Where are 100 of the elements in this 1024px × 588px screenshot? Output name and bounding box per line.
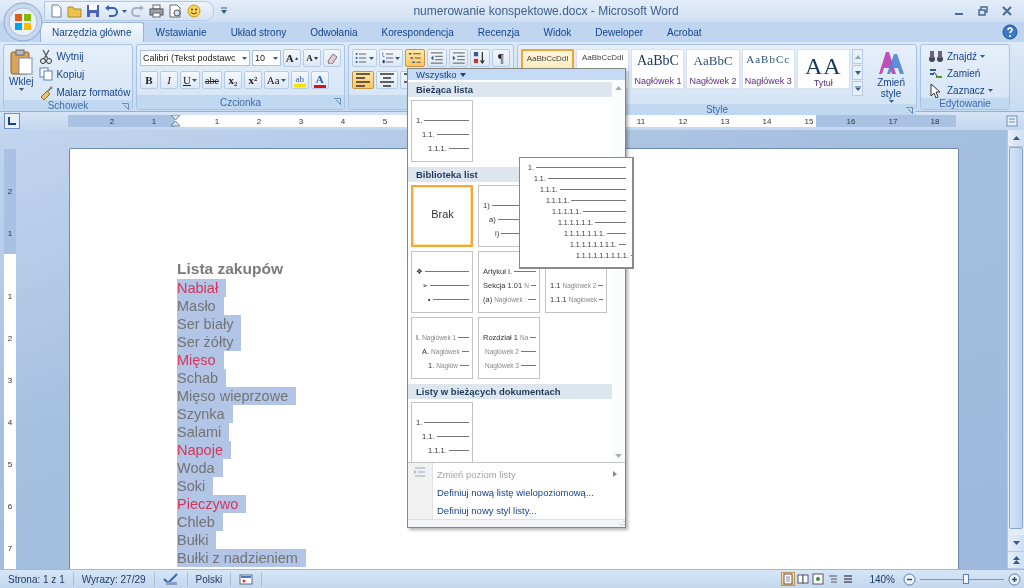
resize-grip-icon[interactable] [619,520,625,526]
caret-icon [18,88,24,91]
indent-marker-icon[interactable] [171,115,180,127]
slider-thumb[interactable] [963,574,970,584]
ribbon-tab[interactable]: Odwołania [298,22,370,42]
new-document-icon[interactable] [49,4,63,18]
increase-indent-icon [451,50,466,66]
style-tile[interactable]: AaBbC Nagłówek 1 [631,49,685,89]
align-button[interactable] [376,71,398,89]
ruler-number: 3 [297,115,305,127]
highlight-button[interactable]: ab [290,71,309,89]
paragraph-button[interactable] [470,49,490,67]
view-ruler-icon[interactable] [1006,115,1018,127]
clipboard-action[interactable]: Wytnij [39,48,131,64]
style-tile[interactable]: AA Tytuł [796,49,850,89]
editing-action[interactable]: Zaznacz [928,82,993,98]
undo-icon[interactable] [104,4,118,18]
ribbon-tab[interactable]: Deweloper [583,22,656,42]
word-count[interactable]: Wyrazy: 27/29 [73,572,155,586]
color-bar-icon [313,84,326,88]
format-button[interactable]: x₂ [223,71,242,89]
font-color-button[interactable]: A [310,71,329,89]
format-button[interactable]: x² [243,71,262,89]
ribbon-tab[interactable]: Narzędzia główne [40,22,144,42]
ribbon-tab[interactable]: Widok [531,22,584,42]
language-indicator[interactable]: Polski [187,572,232,586]
editing-action[interactable]: Zamień [928,65,993,81]
ruler-number: 15 [803,115,815,127]
group-label: Czcionka [219,96,262,108]
help-icon[interactable] [1002,24,1018,40]
menu-item[interactable]: Definiuj nową listę wielopoziomową... [433,483,625,501]
list-item-text: Szynka [177,405,233,423]
scroll-down-icon[interactable] [854,70,861,75]
tab-selector[interactable] [4,113,20,129]
clipboard-action[interactable]: Kopiuj [39,66,131,82]
zoom-slider[interactable] [920,573,1004,585]
page-count[interactable]: Strona: 1 z 1 [0,572,74,586]
close-icon[interactable] [1002,6,1012,16]
shrink-font-button[interactable]: A [303,49,321,67]
style-tile[interactable]: AaBbCc Nagłówek 3 [741,49,795,89]
view-mode-icon [842,573,855,585]
zoom-level[interactable]: 140% [869,573,895,585]
editing-action[interactable]: Znajdź [928,48,993,64]
format-button[interactable]: U [180,71,200,89]
paste-button[interactable]: Wklej [7,48,36,100]
clipboard-action[interactable]: Malarz formatów [39,84,131,100]
list-item-text: Chleb [177,513,223,531]
format-button[interactable]: abe [201,71,222,89]
font-size-field[interactable]: 10 [252,50,281,66]
dialog-launcher-icon[interactable] [906,107,913,114]
more-icon[interactable] [854,86,861,91]
styles-icon [877,50,906,76]
zoom-out-icon[interactable] [903,572,916,586]
smiley-icon[interactable] [187,4,201,18]
view-button[interactable] [781,572,796,586]
view-button[interactable] [796,572,811,586]
format-button[interactable]: Aa [263,71,289,89]
macro-record-icon[interactable] [239,573,254,585]
dialog-launcher-icon[interactable] [122,103,129,110]
ribbon-tab[interactable]: Korespondencja [369,22,466,42]
ruler-number: 3 [7,374,13,387]
dialog-launcher-icon[interactable] [334,98,341,105]
format-button[interactable]: I [160,71,178,89]
align-button[interactable] [352,71,374,89]
caret-icon[interactable] [122,9,127,13]
up-caret-icon [294,56,298,60]
vertical-scrollbar[interactable] [1007,130,1024,569]
clear-formatting-button[interactable] [323,49,341,67]
ribbon-tab[interactable]: Wstawianie [143,22,219,42]
restore-icon[interactable] [978,6,988,16]
format-button[interactable]: B [140,71,158,89]
paragraph-button[interactable] [352,49,377,67]
scroll-up-icon[interactable] [1012,136,1020,140]
list-style-tile[interactable]: Brak [411,185,473,247]
printer-icon[interactable] [149,4,164,18]
font-name-field[interactable]: Calibri (Tekst podstawc [140,50,251,66]
ruler-number: 16 [845,115,857,127]
scroll-down-icon[interactable] [1012,541,1020,545]
section-header: Bieżąca lista [408,82,612,97]
ribbon-tab[interactable]: Acrobat [655,22,714,42]
group-label: Style [705,104,729,115]
ribbon-tab[interactable]: Układ strony [218,22,299,42]
numbered-list-icon [381,50,395,66]
print-preview-icon[interactable] [168,4,183,18]
change-styles-button[interactable]: Zmień style [869,49,913,104]
office-button-icon[interactable] [3,2,43,42]
style-tile[interactable]: AaBbC Nagłówek 2 [686,49,740,89]
folder-icon[interactable] [67,4,82,18]
show-marks-button[interactable]: ¶ [491,49,510,67]
view-button[interactable] [811,572,826,586]
filter-dropdown[interactable]: Wszystko [408,69,625,80]
grow-font-button[interactable]: A [282,49,301,67]
scroll-thumb[interactable] [1009,147,1023,529]
menu-item[interactable]: Definiuj nowy styl listy... [433,501,625,519]
zoom-in-icon[interactable] [1008,572,1021,586]
previous-page-icon[interactable] [1012,556,1020,564]
customize-caret-icon[interactable] [220,7,228,15]
save-icon[interactable] [86,4,100,18]
proofing-icon[interactable] [162,572,179,586]
ribbon-tab[interactable]: Recenzja [465,22,532,42]
